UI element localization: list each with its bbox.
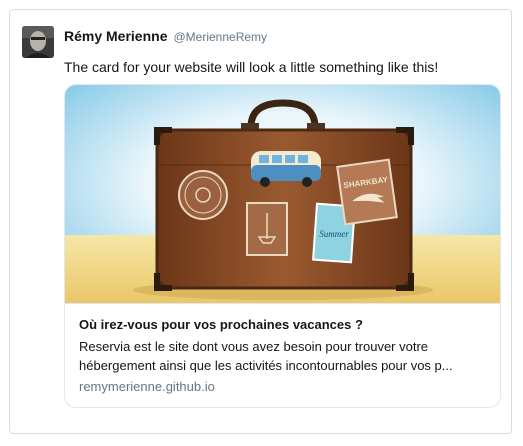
card-description: Reservia est le site dont vous avez beso… bbox=[79, 337, 488, 375]
card-domain[interactable]: remymerienne.github.io bbox=[79, 378, 486, 396]
sea-voyage-sticker bbox=[246, 202, 288, 256]
card-description-line-1: Reservia est le site dont vous avez beso… bbox=[79, 339, 429, 354]
card-title: Où irez-vous pour vos prochaines vacance… bbox=[79, 317, 363, 332]
author-name[interactable]: Rémy Merienne bbox=[64, 28, 167, 44]
author-handle[interactable]: @MerienneRemy bbox=[173, 30, 267, 44]
tweet-header: Rémy Merienne @MerienneRemy bbox=[64, 28, 267, 44]
card-body: Où irez-vous pour vos prochaines vacance… bbox=[65, 303, 500, 396]
tweet-card[interactable]: Rémy Merienne @MerienneRemy The card for… bbox=[9, 9, 512, 434]
svg-text:Summer: Summer bbox=[319, 229, 349, 239]
avatar-photo bbox=[22, 26, 54, 58]
suitcase-image: Summer SHARKBAY bbox=[65, 85, 500, 303]
sharkbay-sticker: SHARKBAY bbox=[336, 158, 398, 226]
card-description-line-2: hébergement ainsi que les activités inco… bbox=[79, 358, 453, 373]
avatar[interactable] bbox=[22, 26, 54, 58]
link-preview-card[interactable]: Summer SHARKBAY Où irez-vous pour vos pr… bbox=[64, 84, 501, 408]
hawaii-stamp-sticker bbox=[178, 170, 228, 220]
tweet-text: The card for your website will look a li… bbox=[64, 59, 439, 75]
